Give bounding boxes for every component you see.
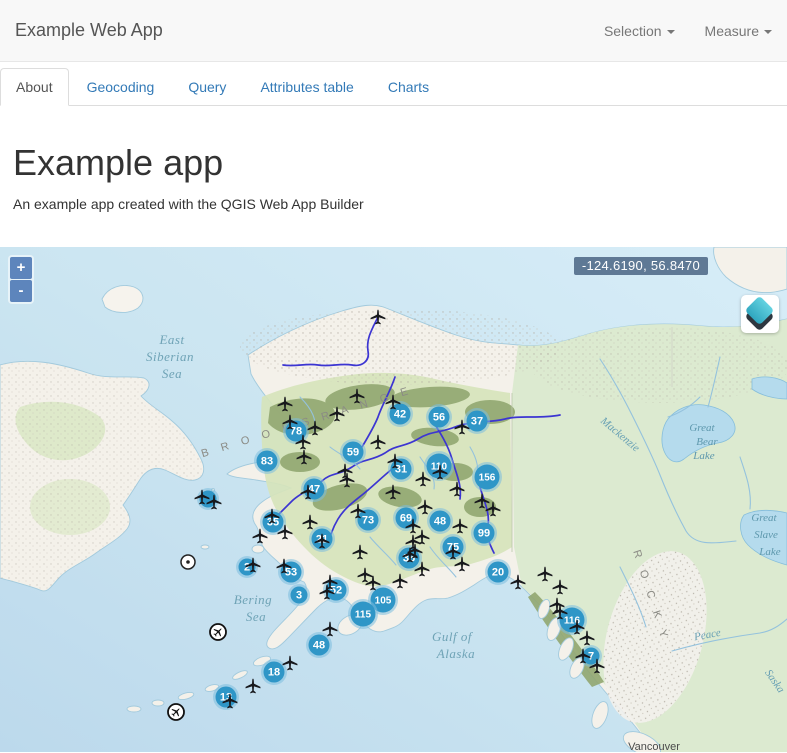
zoom-controls: + - (8, 255, 34, 304)
map-label: Gulf of (432, 629, 474, 644)
map-label: Lake (692, 450, 715, 462)
svg-text:3: 3 (296, 590, 302, 602)
map-label: Bering (234, 592, 272, 607)
svg-text:18: 18 (268, 667, 280, 679)
map-label: Great (689, 422, 715, 434)
map-viewport[interactable]: East Siberian Sea Bering Sea Gulf of Alaska Gre… (0, 247, 787, 752)
svg-text:48: 48 (434, 516, 446, 528)
cluster-marker[interactable]: 48 (427, 508, 453, 534)
caret-down-icon (764, 30, 772, 34)
svg-text:83: 83 (261, 456, 273, 468)
tab-query-label[interactable]: Query (172, 68, 242, 106)
tab-bar: About Geocoding Query Attributes table C… (0, 68, 787, 106)
cluster-marker[interactable]: 37 (464, 408, 490, 434)
tab-charts[interactable]: Charts (372, 68, 445, 106)
tab-query[interactable]: Query (172, 68, 242, 106)
svg-text:56: 56 (433, 412, 445, 424)
map-label: Sea (162, 366, 182, 381)
page-subtitle: An example app created with the QGIS Web… (13, 196, 774, 212)
cluster-marker[interactable]: 156 (472, 462, 502, 492)
svg-text:53: 53 (285, 567, 297, 579)
cluster-marker[interactable]: 99 (471, 520, 497, 546)
svg-text:31: 31 (395, 464, 407, 476)
map-label: Siberian (146, 349, 194, 364)
svg-text:52: 52 (330, 585, 342, 597)
airport-icon[interactable] (210, 624, 226, 640)
tundra-texture (240, 309, 560, 385)
tab-about-label[interactable]: About (0, 68, 69, 106)
map-label: Vancouver (628, 741, 680, 752)
cluster-marker[interactable]: 35 (396, 545, 422, 571)
cluster-marker[interactable]: 56 (426, 404, 452, 430)
svg-text:2: 2 (244, 562, 250, 574)
point-marker-icon[interactable] (181, 555, 195, 569)
svg-text:99: 99 (478, 528, 490, 540)
svg-text:20: 20 (492, 567, 504, 579)
svg-text:156: 156 (479, 473, 496, 484)
zoom-in-button[interactable]: + (10, 257, 32, 279)
map-label: Lake (758, 546, 781, 558)
cluster-marker[interactable] (197, 488, 219, 510)
about-panel: Example app An example app created with … (0, 142, 787, 212)
measure-menu[interactable]: Measure (705, 23, 772, 39)
svg-text:105: 105 (375, 596, 392, 607)
svg-text:59: 59 (347, 447, 359, 459)
svg-text:69: 69 (400, 513, 412, 525)
zoom-out-button[interactable]: - (10, 280, 32, 302)
map-label: East (158, 332, 184, 347)
cluster-marker[interactable]: 3 (288, 584, 310, 606)
cluster-marker[interactable]: 13 (213, 684, 239, 710)
tab-geocoding-label[interactable]: Geocoding (71, 68, 171, 106)
selection-menu[interactable]: Selection (604, 23, 675, 39)
caret-down-icon (667, 30, 675, 34)
svg-text:115: 115 (355, 610, 372, 621)
page-title: Example app (13, 142, 774, 184)
cluster-marker[interactable]: 47 (301, 476, 327, 502)
map-label: Slave (754, 529, 778, 541)
map-label: Sea (246, 609, 266, 624)
map-label: Bear (696, 436, 718, 448)
selection-menu-label: Selection (604, 23, 662, 39)
layer-switcher-button[interactable] (741, 295, 779, 333)
svg-text:48: 48 (313, 640, 325, 652)
app-header: Example Web App Selection Measure (0, 0, 787, 62)
cluster-marker[interactable]: 20 (485, 559, 511, 585)
map-label: Alaska (436, 646, 475, 661)
cluster-marker[interactable]: 42 (387, 401, 413, 427)
svg-text:37: 37 (471, 416, 483, 428)
tab-about[interactable]: About (0, 68, 69, 106)
cluster-marker[interactable]: 59 (340, 439, 366, 465)
tab-geocoding[interactable]: Geocoding (71, 68, 171, 106)
tab-attributes-table[interactable]: Attributes table (244, 68, 369, 106)
tab-charts-label[interactable]: Charts (372, 68, 445, 106)
mouse-position-display: -124.6190, 56.8470 (574, 257, 708, 275)
arctic-texture (530, 327, 787, 403)
cluster-marker[interactable]: 2 (236, 556, 258, 578)
svg-text:42: 42 (394, 409, 406, 421)
cluster-marker[interactable]: 18 (261, 659, 287, 685)
measure-menu-label: Measure (705, 23, 759, 39)
cluster-marker[interactable]: 83 (254, 448, 280, 474)
app-title: Example Web App (15, 20, 163, 41)
map-canvas[interactable]: East Siberian Sea Bering Sea Gulf of Alaska Gre… (0, 247, 787, 752)
cluster-marker[interactable]: 115 (348, 599, 378, 629)
tab-attributes-table-label[interactable]: Attributes table (244, 68, 369, 106)
map-label: Great (751, 512, 777, 524)
cluster-marker[interactable]: 116 (557, 605, 587, 635)
svg-text:73: 73 (362, 515, 374, 527)
airport-icon[interactable] (168, 704, 184, 720)
cluster-marker[interactable]: 110 (424, 451, 454, 481)
header-menus: Selection Measure (604, 23, 772, 39)
